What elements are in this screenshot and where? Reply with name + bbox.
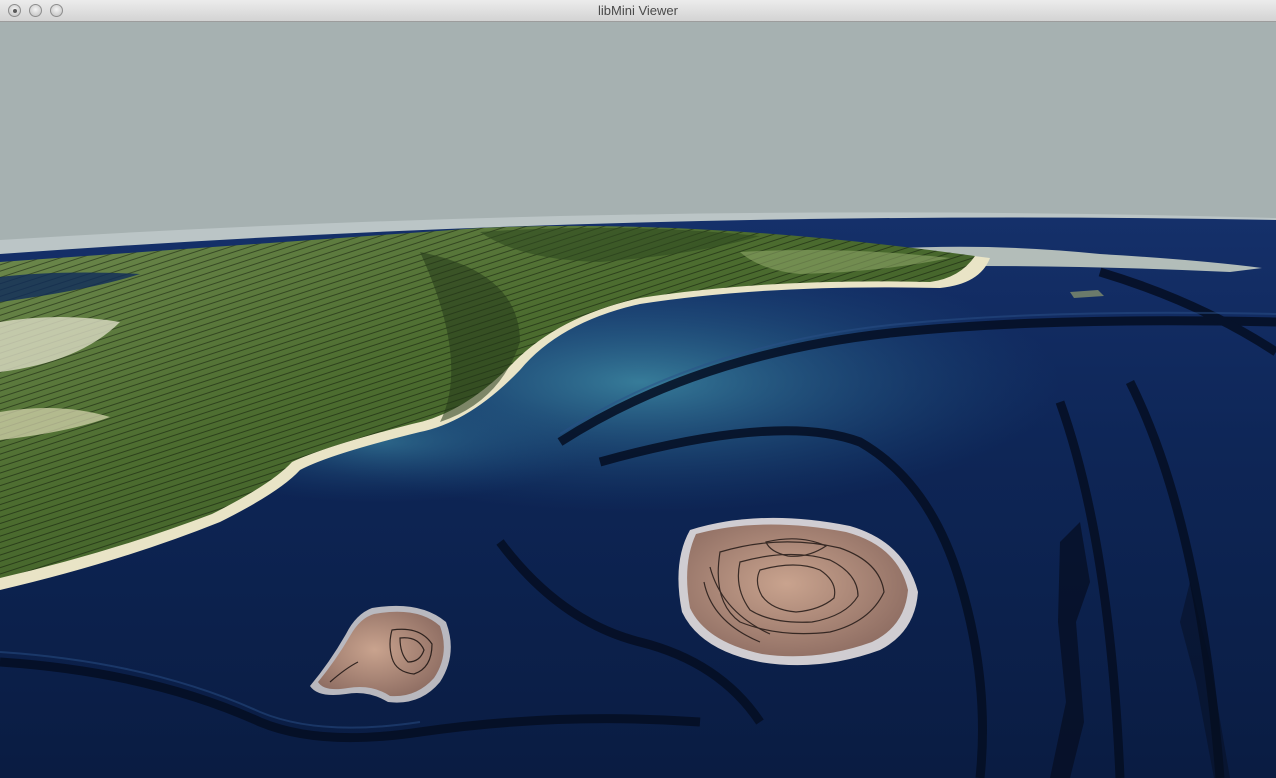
- app-window: libMini Viewer: [0, 0, 1276, 778]
- terrain-render[interactable]: [0, 22, 1276, 778]
- terrain-viewport[interactable]: [0, 22, 1276, 778]
- title-bar[interactable]: libMini Viewer: [0, 0, 1276, 22]
- window-title: libMini Viewer: [598, 3, 678, 18]
